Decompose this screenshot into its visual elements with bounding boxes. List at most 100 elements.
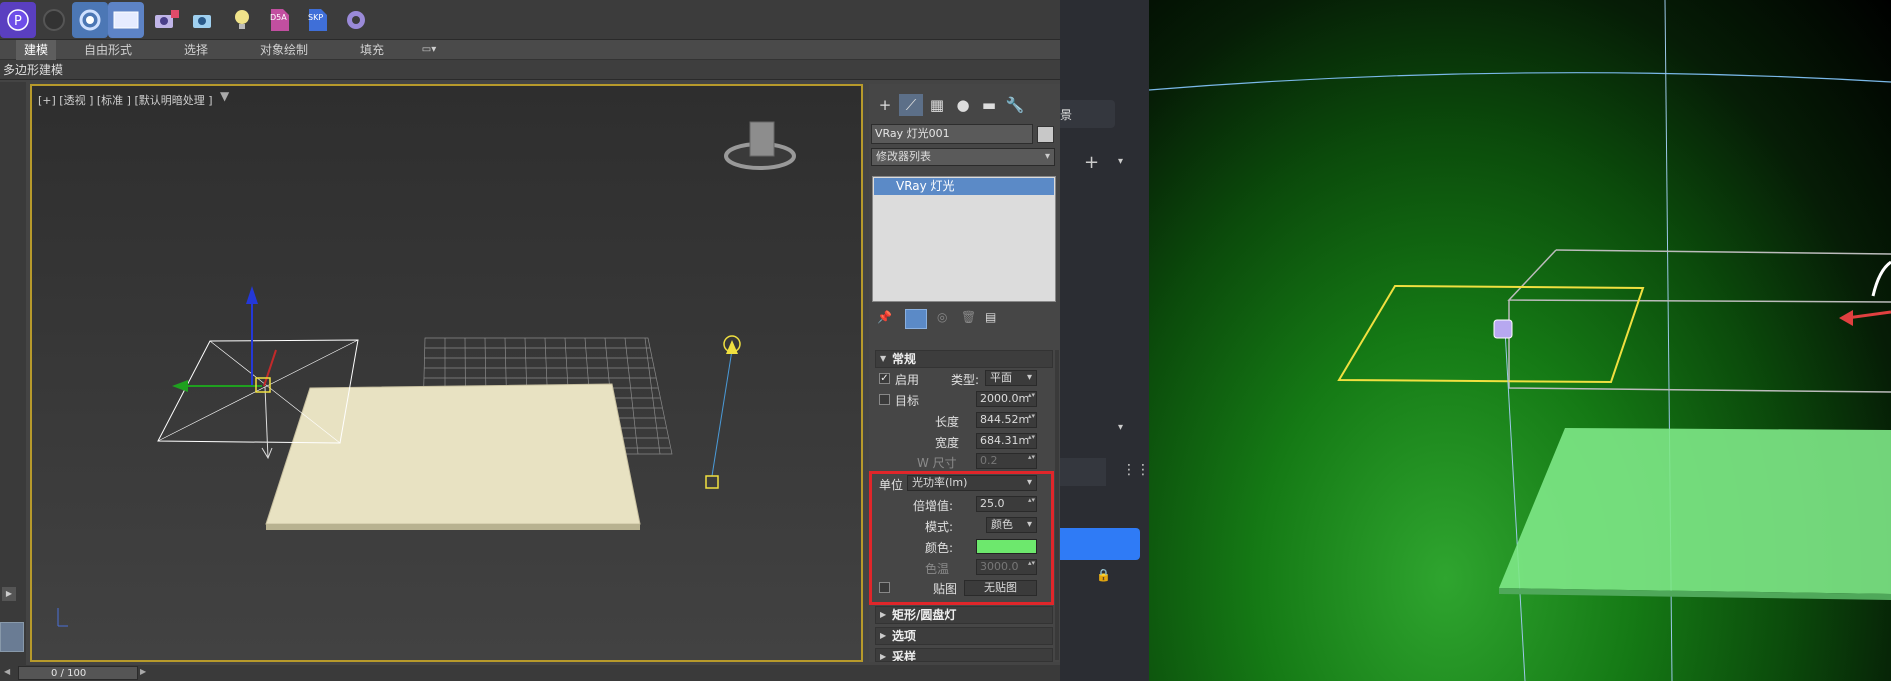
motion-icon[interactable]: ● (951, 94, 975, 116)
map-checkbox[interactable] (879, 582, 890, 593)
color-label: 颜色: (925, 541, 954, 555)
map-label: 贴图 (933, 582, 958, 596)
no-map-button[interactable]: 无贴图 (964, 580, 1037, 596)
red-arrow-gizmo[interactable] (1839, 310, 1853, 326)
svg-text:P: P (14, 14, 22, 29)
expand-arrow-icon[interactable]: ▶ (2, 587, 16, 601)
frame-counter: 0 / 100 (51, 668, 87, 679)
bulb-icon[interactable] (224, 2, 260, 38)
d5a-label: D5A (270, 13, 287, 22)
light-color-swatch[interactable] (976, 539, 1037, 554)
p-logo-icon[interactable]: P (0, 2, 36, 38)
plane-render (1499, 428, 1891, 594)
object-name-field[interactable]: VRay 灯光001 (871, 124, 1033, 144)
ribbon-options-dropdown[interactable]: ▭▾ (414, 40, 444, 60)
show-end-result-icon[interactable] (905, 309, 927, 329)
create-icon[interactable]: + (873, 94, 897, 116)
size-label: W 尺寸 (917, 456, 957, 470)
plane-object-edge (266, 524, 640, 530)
temperature-label: 色温 (925, 562, 950, 576)
skp-icon[interactable]: SKP (300, 2, 336, 38)
tab-modeling[interactable]: 建模 (16, 40, 56, 60)
type-label: 类型: (951, 373, 980, 387)
camera-plus-icon[interactable] (148, 2, 184, 38)
skp-label: SKP (308, 13, 324, 22)
add-icon[interactable]: + (1084, 152, 1099, 173)
temperature-spinner: 3000.0 (976, 559, 1037, 575)
pin-stack-icon[interactable]: 📌 (877, 310, 893, 328)
light-marker-icon[interactable] (1493, 319, 1513, 339)
size-spinner: 0.2 (976, 453, 1037, 469)
target-checkbox[interactable] (879, 394, 890, 405)
left-tool-strip: ▶ (0, 82, 26, 672)
tab-freeform[interactable]: 自由形式 (80, 40, 136, 60)
rollout-options[interactable]: 选项 (875, 627, 1053, 645)
type-dropdown[interactable]: 平面 (985, 370, 1037, 386)
sidebar-tab[interactable]: 景 (1060, 100, 1115, 128)
lock-icon[interactable]: 🔒 (1096, 568, 1111, 582)
width-label: 宽度 (935, 436, 960, 450)
render-scene (1148, 0, 1891, 681)
viewcube-icon[interactable] (749, 121, 775, 157)
mode-dropdown[interactable]: 颜色 (986, 517, 1037, 533)
modifier-stack: VRay 灯光 (872, 176, 1056, 302)
timeline-next-icon[interactable]: ▶ (140, 667, 148, 679)
units-dropdown[interactable]: 光功率(lm) (907, 475, 1037, 491)
perspective-viewport[interactable]: [+] [透视 ] [标准 ] [默认明暗处理 ] ▼ (30, 84, 863, 662)
length-spinner[interactable]: 844.52m (976, 412, 1037, 428)
chevron-down-icon[interactable]: ▾ (1118, 156, 1123, 167)
tab-selection[interactable]: 选择 (176, 40, 216, 60)
length-label: 长度 (935, 415, 960, 429)
rollout-rect-disc[interactable]: 矩形/圆盘灯 (875, 606, 1053, 624)
timeline-prev-icon[interactable]: ◀ (4, 667, 12, 679)
tab-populate[interactable]: 填充 (352, 40, 392, 60)
horizon-guide (1148, 72, 1891, 91)
target-distance-spinner[interactable]: 2000.0m (976, 391, 1037, 407)
c-circle-icon[interactable] (72, 2, 108, 38)
dark-sphere-icon[interactable] (36, 2, 72, 38)
enable-checkbox[interactable]: ✓ (879, 373, 890, 384)
render-window-icon[interactable] (108, 2, 144, 38)
configure-sets-icon[interactable]: ▤ (985, 310, 1003, 328)
render-viewport[interactable] (1148, 0, 1891, 681)
modifier-list-dropdown[interactable]: 修改器列表 (871, 148, 1055, 166)
chevron-down-icon-2[interactable]: ▾ (1118, 422, 1123, 433)
camera-add-icon[interactable] (186, 2, 222, 38)
display-icon[interactable]: ▬ (977, 94, 1001, 116)
viewport-scene (57, 121, 796, 627)
target-label: 目标 (895, 394, 920, 408)
plane-object[interactable] (265, 383, 641, 525)
utilities-icon[interactable]: 🔧 (1003, 94, 1027, 116)
main-toolbar: P D5A SKP (0, 0, 1060, 40)
gear-icon[interactable] (338, 2, 374, 38)
ribbon-tabs: 建模 自由形式 选择 对象绘制 填充 ▭▾ (0, 40, 1060, 60)
command-panel: + ⟋ ▦ ● ▬ 🔧 VRay 灯光001 修改器列表 VRay 灯光 📌 ◎… (869, 84, 1060, 662)
remove-modifier-icon[interactable]: 🗑 (961, 310, 977, 328)
width-spinner[interactable]: 684.31m (976, 433, 1037, 449)
multiplier-label: 倍增值: (913, 499, 954, 513)
stack-item-vray-light[interactable]: VRay 灯光 (874, 178, 1054, 195)
modify-icon[interactable]: ⟋ (899, 94, 923, 116)
object-color-swatch[interactable] (1037, 126, 1054, 143)
left-strip-tile[interactable] (0, 622, 24, 652)
grid-icon[interactable]: ⋮⋮ (1122, 462, 1150, 478)
panel-scrollbar[interactable] (1055, 350, 1059, 660)
app-window: P D5A SKP 建模 自由形式 选择 对象绘制 填充 ▭▾ 多边形建模 ▶ … (0, 0, 1060, 681)
rollout-sampling[interactable]: 采样 (875, 648, 1053, 662)
mode-label: 模式: (925, 520, 954, 534)
polygon-modeling-bar[interactable]: 多边形建模 (0, 60, 1060, 80)
make-unique-icon[interactable]: ◎ (937, 310, 953, 328)
enable-label: 启用 (895, 373, 920, 387)
primary-action-button[interactable] (1060, 528, 1140, 560)
secondary-app-sidebar: 景 + ▾ ▾ ⋮⋮ 🔒 (1060, 0, 1150, 681)
time-slider[interactable]: 0 / 100 (18, 666, 138, 680)
sidebar-field[interactable] (1060, 458, 1106, 486)
rollout-general[interactable]: 常规 (875, 350, 1053, 368)
units-label: 单位 (879, 478, 904, 492)
hierarchy-icon[interactable]: ▦ (925, 94, 949, 116)
multiplier-spinner[interactable]: 25.0 (976, 496, 1037, 512)
target-cube-icon[interactable] (705, 475, 719, 489)
tab-object-paint[interactable]: 对象绘制 (256, 40, 312, 60)
sidebar-tab-label: 景 (1060, 108, 1073, 122)
d5a-icon[interactable]: D5A (262, 2, 298, 38)
